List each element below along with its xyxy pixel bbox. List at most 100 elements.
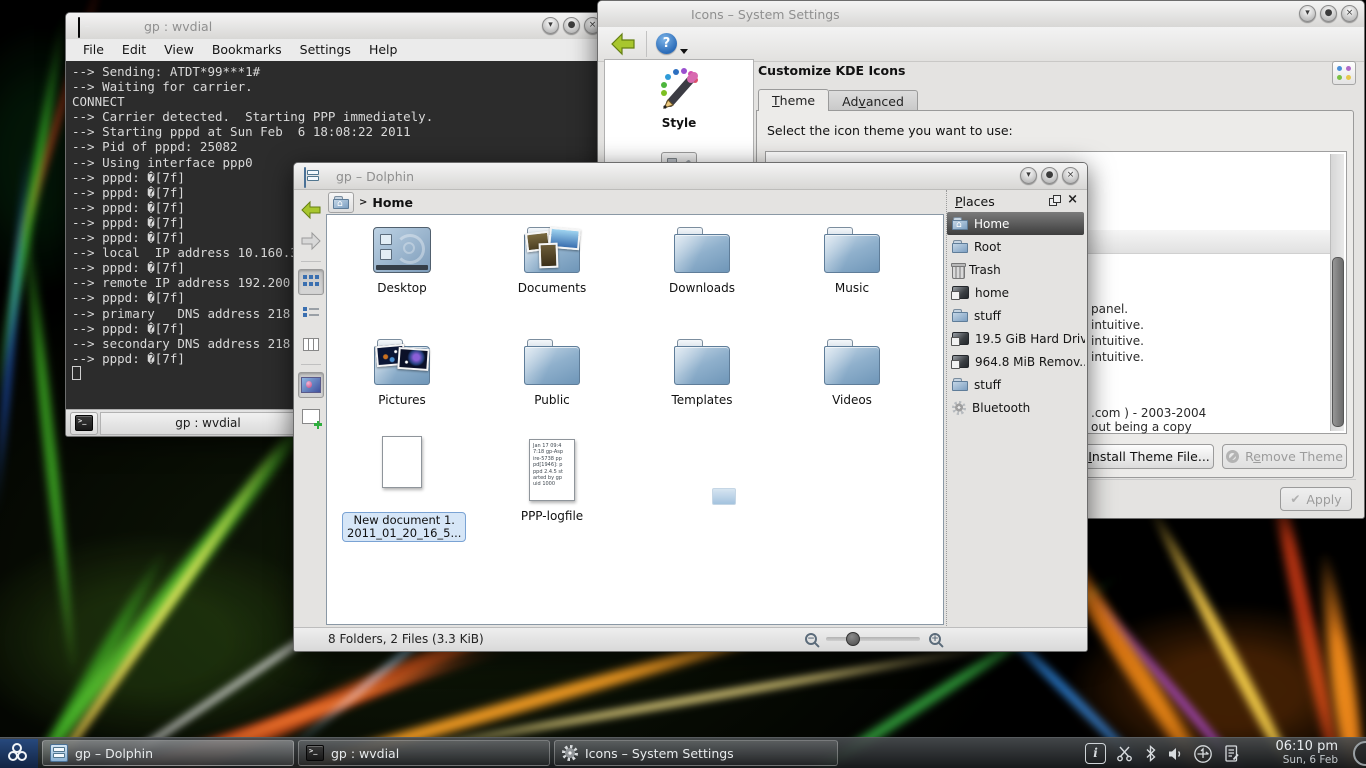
dolphin-side-toolbar (297, 197, 325, 434)
style-item[interactable]: Style (605, 66, 753, 130)
folder-icon (824, 227, 880, 273)
clock[interactable]: 06:10 pm Sun, 6 Feb (1275, 740, 1338, 766)
bluetooth-icon[interactable] (1143, 745, 1158, 762)
minimize-button[interactable]: ▾ (1299, 5, 1316, 22)
notifications-icon[interactable]: i (1085, 743, 1106, 764)
dolphin-titlebar[interactable]: gp – Dolphin ▾ ● × (294, 163, 1087, 190)
close-button[interactable]: × (1341, 5, 1358, 22)
volume-icon[interactable] (1168, 746, 1183, 762)
document-icon (382, 436, 422, 488)
icon-settings-tabs: Theme Advanced (758, 89, 918, 111)
scrollbar[interactable] (1330, 154, 1344, 431)
menu-file[interactable]: File (74, 39, 113, 61)
dolphin-window-title: gp – Dolphin (336, 169, 414, 184)
place-root[interactable]: Root (947, 235, 1085, 258)
app-launcher-button[interactable] (0, 739, 38, 768)
place-trash[interactable]: Trash (947, 258, 1085, 281)
folder-icon (824, 339, 880, 385)
documents-folder-icon (524, 227, 580, 273)
close-button[interactable]: × (1062, 167, 1079, 184)
file-item-documents[interactable]: Documents (492, 223, 612, 295)
place-stuff[interactable]: stuff (947, 304, 1085, 327)
task-label: gp – Dolphin (75, 746, 153, 761)
overview-button[interactable] (1332, 61, 1356, 85)
icons-view-button[interactable] (298, 269, 324, 295)
zoom-slider[interactable] (826, 637, 920, 641)
menu-view[interactable]: View (155, 39, 203, 61)
file-item-desktop[interactable]: Desktop (342, 223, 462, 295)
file-item-ppp-logfile[interactable]: Jan 17 09:47:18 gp-Aspire-5738 pppd[1946… (492, 433, 612, 523)
menu-help[interactable]: Help (360, 39, 407, 61)
menu-bookmarks[interactable]: Bookmarks (203, 39, 291, 61)
place-hard-drive[interactable]: 19.5 GiB Hard Drive (947, 327, 1085, 350)
close-panel-icon[interactable]: × (1067, 192, 1078, 207)
details-view-icon (303, 307, 319, 320)
clipboard-notes-icon[interactable] (1223, 744, 1240, 763)
selected-file-label: New document 1. 2011_01_20_16_5... (342, 512, 466, 542)
bluetooth-gear-icon (952, 401, 966, 415)
task-dolphin[interactable]: gp – Dolphin (42, 740, 294, 766)
dot-icon (1346, 75, 1351, 80)
file-item-public[interactable]: Public (492, 335, 612, 407)
remove-theme-button[interactable]: Remove Theme (1222, 444, 1347, 469)
konsole-tab[interactable]: gp : wvdial (100, 412, 316, 435)
removable-drive-icon (952, 355, 969, 368)
breadcrumb-home-button[interactable]: ⌂ (328, 192, 354, 213)
places-panel: Places × ⌂ Home Root Trash home stuff 19… (946, 190, 1085, 628)
split-view-icon (302, 409, 320, 424)
float-panel-icon[interactable] (1049, 195, 1059, 205)
file-item-videos[interactable]: Videos (792, 335, 912, 407)
zoom-in-icon[interactable] (929, 633, 941, 645)
maximize-button[interactable]: ● (1320, 5, 1337, 22)
system-settings-titlebar[interactable]: Icons – System Settings ▾ ● × (598, 1, 1364, 28)
preview-button[interactable] (298, 372, 324, 398)
terminal-icon (78, 17, 80, 38)
place-removable[interactable]: 964.8 MiB Remov... (947, 350, 1085, 373)
columns-view-button[interactable] (298, 331, 324, 357)
maximize-button[interactable]: ● (563, 17, 580, 34)
details-view-button[interactable] (298, 300, 324, 326)
folder-view[interactable]: Desktop Documents Downloads Music Pictur… (326, 214, 944, 625)
menu-edit[interactable]: Edit (113, 39, 155, 61)
breadcrumb-home[interactable]: Home (372, 195, 413, 210)
apply-button[interactable]: ✔ Apply (1280, 487, 1352, 511)
place-stuff2[interactable]: stuff (947, 373, 1085, 396)
file-item-downloads[interactable]: Downloads (642, 223, 762, 295)
place-bluetooth[interactable]: Bluetooth (947, 396, 1085, 419)
panel-toolbox-icon[interactable] (1353, 741, 1366, 766)
menu-settings[interactable]: Settings (291, 39, 360, 61)
list-text-fragment: intuitive. (1091, 350, 1144, 364)
dolphin-app-icon (304, 167, 306, 188)
style-label: Style (605, 116, 753, 130)
tab-advanced[interactable]: Advanced (829, 90, 918, 111)
klipper-scissors-icon[interactable] (1116, 745, 1133, 762)
zoom-slider-handle[interactable] (846, 632, 860, 646)
minimize-button[interactable]: ▾ (542, 17, 559, 34)
file-item-music[interactable]: Music (792, 223, 912, 295)
konsole-titlebar[interactable]: gp : wvdial ▾ ● × (66, 13, 606, 40)
device-notifier-icon[interactable] (1193, 744, 1213, 764)
forward-button[interactable] (298, 228, 324, 254)
file-item-templates[interactable]: Templates (642, 335, 762, 407)
install-theme-button[interactable]: Install Theme File... (1066, 444, 1214, 469)
scrollbar-thumb[interactable] (1332, 257, 1344, 427)
zoom-out-icon[interactable] (805, 633, 817, 645)
status-bar: 8 Folders, 2 Files (3.3 KiB) (294, 627, 1087, 651)
help-button[interactable]: ? (656, 33, 677, 54)
place-home-partition[interactable]: home (947, 281, 1085, 304)
install-theme-label: Install Theme File... (1088, 449, 1210, 464)
minimize-button[interactable]: ▾ (1020, 167, 1037, 184)
file-item-pictures[interactable]: Pictures (342, 335, 462, 407)
tab-theme[interactable]: Theme (758, 89, 829, 111)
new-tab-button[interactable] (70, 412, 98, 435)
task-system-settings[interactable]: Icons – System Settings (554, 740, 838, 766)
back-button[interactable] (610, 32, 636, 56)
maximize-button[interactable]: ● (1041, 167, 1058, 184)
file-item-new-document[interactable]: New document 1. 2011_01_20_16_5... (342, 433, 462, 542)
back-button[interactable] (298, 197, 324, 223)
task-label: Icons – System Settings (585, 746, 734, 761)
task-konsole[interactable]: gp : wvdial (298, 740, 550, 766)
place-home[interactable]: ⌂ Home (947, 212, 1084, 235)
split-view-button[interactable] (298, 403, 324, 429)
hard-drive-icon (952, 286, 969, 299)
